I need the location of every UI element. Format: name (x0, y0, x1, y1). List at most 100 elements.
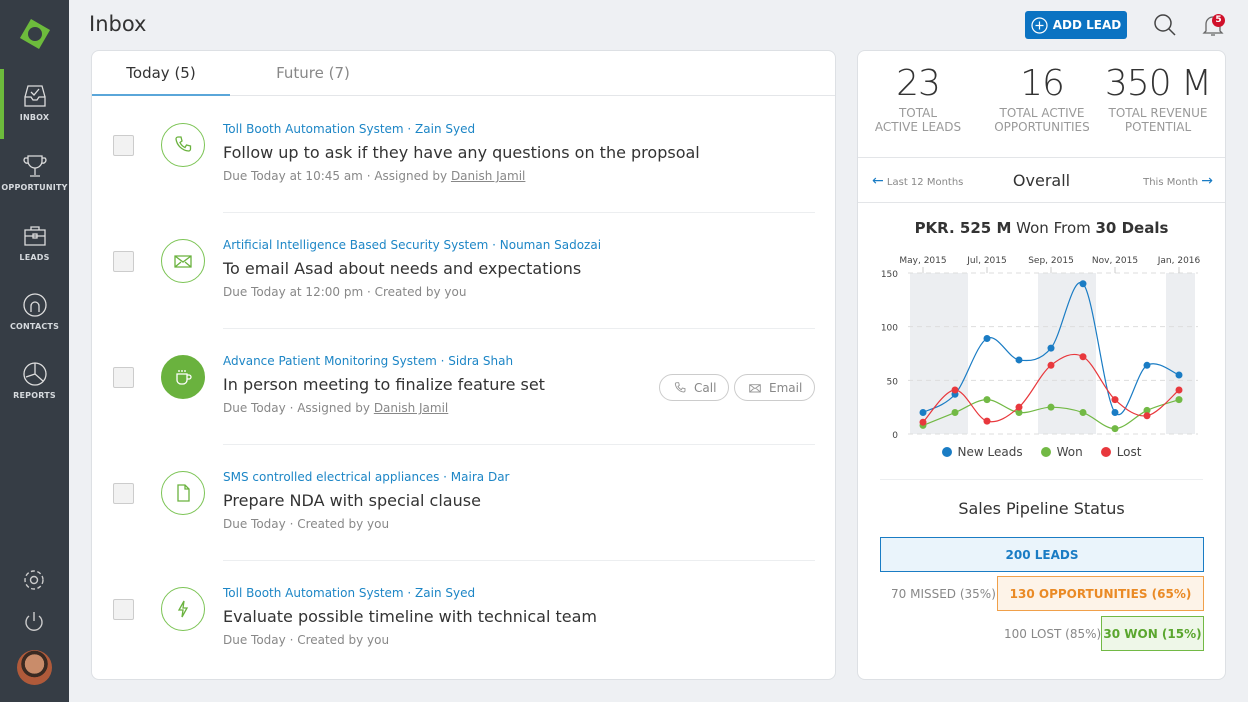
page-title: Inbox (89, 12, 147, 36)
sidebar-item-leads[interactable]: LEADS (0, 209, 69, 279)
document-icon (177, 484, 190, 502)
tab-future[interactable]: Future (7) (244, 51, 382, 96)
y-tick-label: 100 (881, 324, 898, 334)
sidebar-item-inbox[interactable]: INBOX (0, 69, 69, 139)
task-due: Due Today at 12:00 pm · Created by you (223, 285, 467, 299)
legend-lost[interactable]: Lost (1100, 445, 1141, 459)
data-point (1175, 386, 1183, 394)
data-point (983, 334, 991, 342)
phone-icon (175, 136, 192, 152)
task-due: Due Today at 10:45 am · Assigned by Dani… (223, 169, 526, 183)
coffee-icon (176, 370, 192, 385)
assignee-link[interactable]: Danish Jamil (451, 169, 525, 183)
email-icon (174, 255, 192, 268)
phone-icon (674, 381, 686, 392)
contact-icon (22, 293, 47, 317)
bolt-icon (177, 600, 189, 618)
task-project-link[interactable]: Advance Patient Monitoring System · Sidr… (223, 354, 513, 368)
task-type-badge (161, 471, 205, 515)
sidebar: INBOX OPPORTUNITY LEADS CONTACTS REPORTS (0, 0, 69, 702)
data-point (1047, 361, 1055, 369)
x-tick-label: Jul, 2015 (966, 256, 1007, 266)
plus-circle-icon (1031, 16, 1048, 34)
chart-legend: New Leads Won Lost (858, 445, 1225, 459)
task-title[interactable]: To email Asad about needs and expectatio… (223, 259, 581, 278)
task-due: Due Today · Created by you (223, 633, 390, 647)
search-icon[interactable] (1152, 12, 1178, 38)
task-checkbox[interactable] (113, 251, 134, 272)
task-title[interactable]: In person meeting to finalize feature se… (223, 375, 545, 394)
shaded-band (1038, 273, 1096, 434)
power-icon[interactable] (22, 610, 46, 634)
divider (880, 479, 1203, 480)
data-point (1047, 403, 1055, 411)
legend-won[interactable]: Won (1040, 445, 1083, 459)
task-row: Artificial Intelligence Based Security S… (92, 213, 837, 329)
pipeline-leads: 200 LEADS (880, 537, 1204, 572)
data-point (919, 409, 927, 417)
data-point (1111, 396, 1119, 404)
task-title[interactable]: Evaluate possible timeline with technica… (223, 607, 597, 626)
pipeline-opportunities: 130 OPPORTUNITIES (65%) (997, 576, 1204, 611)
pipeline-title: Sales Pipeline Status (958, 499, 1125, 518)
task-checkbox[interactable] (113, 367, 134, 388)
data-point (1143, 361, 1151, 369)
task-checkbox[interactable] (113, 135, 134, 156)
notification-badge: 5 (1212, 14, 1225, 27)
task-project-link[interactable]: Artificial Intelligence Based Security S… (223, 238, 601, 252)
task-type-badge (161, 123, 205, 167)
data-point (1111, 409, 1119, 417)
email-icon (749, 383, 761, 392)
data-point (983, 396, 991, 404)
data-point (1143, 412, 1151, 420)
stats-panel: 23 TOTAL ACTIVE LEADS 16 TOTAL ACTIVE OPPORT… (857, 50, 1226, 680)
x-tick-label: Jan, 2016 (1157, 256, 1201, 266)
task-row: Advance Patient Monitoring System · Sidr… (92, 329, 837, 445)
settings-gear-icon[interactable] (22, 568, 46, 592)
inbox-icon (23, 85, 46, 107)
task-type-badge (161, 355, 205, 399)
task-due: Due Today · Created by you (223, 517, 390, 531)
data-point (951, 409, 959, 417)
shaded-band (1166, 273, 1195, 434)
avatar[interactable] (17, 650, 52, 685)
x-tick-label: Nov, 2015 (1092, 256, 1138, 266)
line-chart: 0 50 100 150May, 2015 Jul, 2015 Sep, 2015 Nov,… (881, 256, 1201, 441)
task-project-link[interactable]: Toll Booth Automation System · Zain Syed (223, 122, 475, 136)
task-title[interactable]: Prepare NDA with special clause (223, 491, 481, 510)
briefcase-icon (23, 226, 46, 246)
data-point (1175, 371, 1183, 379)
sidebar-item-contacts[interactable]: CONTACTS (0, 278, 69, 348)
task-type-badge (161, 587, 205, 631)
tab-today[interactable]: Today (5) (92, 51, 230, 96)
task-title[interactable]: Follow up to ask if they have any questi… (223, 143, 700, 162)
task-due: Due Today · Assigned by Danish Jamil (223, 401, 449, 415)
x-tick-label: May, 2015 (899, 256, 946, 266)
data-point (1015, 356, 1023, 364)
data-point (983, 417, 991, 425)
logo-icon[interactable] (18, 17, 52, 51)
pipeline-missed: 70 MISSED (35%) (891, 587, 996, 601)
task-project-link[interactable]: SMS controlled electrical appliances · M… (223, 470, 509, 484)
pie-chart-icon (22, 362, 47, 386)
task-checkbox[interactable] (113, 483, 134, 504)
inbox-panel: Today (5) Future (7) Toll Booth Automati… (91, 50, 836, 680)
data-point (1079, 280, 1087, 288)
tab-bar: Today (5) Future (7) (92, 51, 835, 96)
y-tick-label: 150 (881, 270, 898, 280)
task-checkbox[interactable] (113, 599, 134, 620)
data-point (1015, 403, 1023, 411)
sidebar-item-reports[interactable]: REPORTS (0, 347, 69, 417)
data-point (951, 386, 959, 394)
data-point (1111, 425, 1119, 433)
add-lead-button[interactable]: ADD LEAD (1025, 11, 1127, 39)
call-button[interactable]: Call (659, 374, 730, 401)
task-project-link[interactable]: Toll Booth Automation System · Zain Syed (223, 586, 475, 600)
assignee-link[interactable]: Danish Jamil (374, 401, 448, 415)
data-point (1079, 409, 1087, 417)
shaded-band (910, 273, 968, 434)
sidebar-item-opportunity[interactable]: OPPORTUNITY (0, 139, 69, 209)
email-button[interactable]: Email (734, 374, 816, 401)
task-row: Toll Booth Automation System · Zain Syed… (92, 561, 837, 677)
legend-new-leads[interactable]: New Leads (941, 445, 1023, 459)
